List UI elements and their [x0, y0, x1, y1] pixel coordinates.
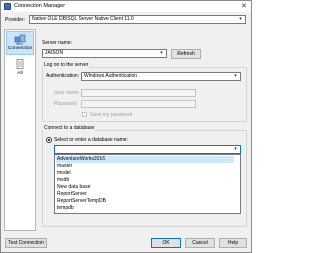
close-icon[interactable]: ✕	[239, 2, 249, 11]
window-title: Connection Manager	[14, 3, 66, 9]
list-item[interactable]: AdventureWorks2016	[56, 156, 234, 163]
all-properties-icon	[16, 59, 24, 69]
sidebar-item-all[interactable]: All	[6, 57, 34, 81]
provider-label: Provider:	[5, 17, 26, 23]
list-item[interactable]: master	[56, 163, 72, 170]
provider-value: Native OLE DB\SQL Server Native Client 1…	[32, 16, 134, 22]
password-input[interactable]	[81, 100, 196, 108]
sidebar-item-connection[interactable]: Connection	[6, 31, 34, 55]
list-item[interactable]: ReportServer	[56, 191, 87, 198]
refresh-button[interactable]: Refresh	[171, 49, 201, 59]
connection-page: Server name: JAISON ▾ Refresh Log on to …	[39, 29, 249, 231]
app-icon	[4, 3, 11, 10]
save-password-label: Save my password	[90, 112, 133, 118]
username-label: User name:	[54, 90, 80, 96]
chevron-down-icon[interactable]: ▾	[232, 73, 239, 80]
authentication-select[interactable]: Windows Authentication ▾	[81, 72, 241, 81]
provider-select[interactable]: Native OLE DB\SQL Server Native Client 1…	[29, 15, 246, 24]
provider-row: Provider: Native OLE DB\SQL Server Nativ…	[1, 14, 251, 25]
database-name-input[interactable]: ▾	[54, 145, 241, 154]
sidebar-item-label: All	[17, 71, 23, 76]
list-item[interactable]: model	[56, 170, 71, 177]
title-bar[interactable]: Connection Manager ✕	[1, 1, 251, 12]
sidebar-item-label: Connection	[7, 46, 33, 51]
list-item[interactable]: ReportServerTempDB	[56, 198, 106, 205]
logon-group-title: Log on to the server	[43, 62, 90, 68]
radio-dot	[48, 139, 50, 141]
list-item[interactable]: tempdb	[56, 205, 74, 212]
select-database-radio[interactable]	[46, 137, 52, 143]
chevron-down-icon[interactable]: ▾	[232, 146, 239, 153]
help-button[interactable]: Help	[219, 238, 247, 248]
list-item[interactable]: New data base	[56, 184, 90, 191]
username-input[interactable]	[81, 89, 196, 97]
authentication-label: Authentication:	[46, 73, 80, 79]
connection-icon	[14, 34, 26, 45]
list-item[interactable]: msdb	[56, 177, 69, 184]
server-name-label: Server name:	[42, 40, 73, 46]
server-name-value: JAISON	[45, 50, 64, 56]
select-database-label: Select or enter a database name:	[54, 137, 128, 143]
save-password-checkbox[interactable]	[82, 112, 87, 117]
database-group-title: Connect to a database	[43, 125, 96, 131]
footer-buttons: Test Connection OK Cancel Help	[1, 234, 251, 252]
password-label: Password:	[54, 101, 78, 107]
connection-manager-window: Connection Manager ✕ Provider: Native OL…	[0, 0, 252, 253]
chevron-down-icon[interactable]: ▾	[158, 50, 165, 57]
chevron-down-icon[interactable]: ▾	[237, 16, 244, 23]
cancel-button[interactable]: Cancel	[185, 238, 215, 248]
database-dropdown-list: AdventureWorks2016 master model msdb New…	[54, 154, 241, 214]
server-name-input[interactable]: JAISON ▾	[42, 49, 167, 58]
authentication-value: Windows Authentication	[84, 73, 138, 79]
ok-button[interactable]: OK	[151, 238, 181, 248]
sidebar: Connection All	[4, 29, 36, 231]
test-connection-button[interactable]: Test Connection	[5, 238, 47, 248]
